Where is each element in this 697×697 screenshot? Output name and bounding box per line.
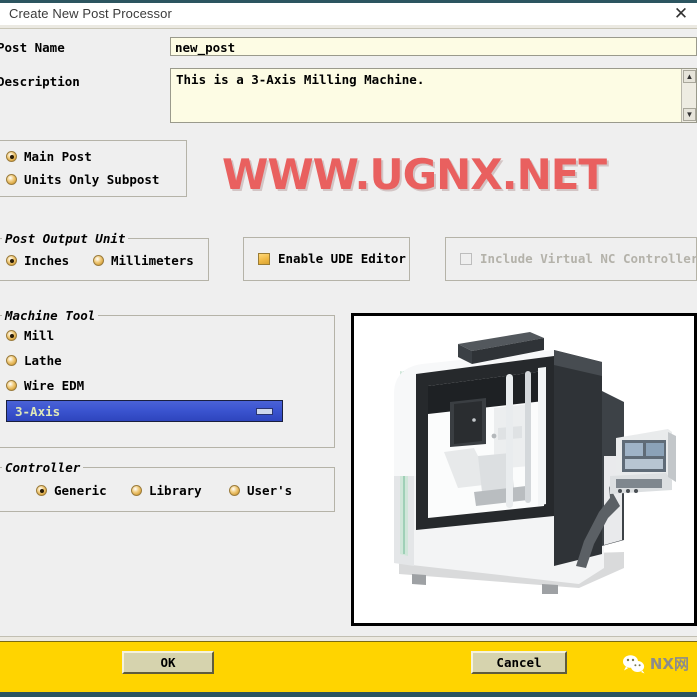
checkbox-enable-ude-editor[interactable]: Enable UDE Editor [258,251,406,266]
controller-title: Controller [2,460,84,475]
close-icon[interactable]: ✕ [668,3,694,25]
radio-lathe[interactable]: Lathe [6,353,62,368]
radio-indicator-icon [229,485,240,496]
cancel-button[interactable]: Cancel [471,651,567,674]
checkbox-include-virtual-nc-controller-label: Include Virtual NC Controller [480,251,697,266]
axis-combo-value: 3-Axis [15,403,61,419]
radio-indicator-icon [6,355,17,366]
machine-tool-group: Machine Tool Mill Lathe Wire EDM 3-Axis [0,308,335,448]
radio-wire-edm-label: Wire EDM [24,378,85,393]
radio-indicator-icon [6,380,17,391]
ok-button[interactable]: OK [122,651,214,674]
scroll-up-icon[interactable]: ▲ [683,70,696,83]
machine-preview-image [351,313,697,626]
virtual-nc-group: Include Virtual NC Controller [445,237,697,281]
post-processor-dialog: Create New Post Processor ✕ Post Name ne… [0,0,697,697]
post-type-group: Main Post Units Only Subpost [0,140,187,197]
description-scrollbar[interactable]: ▲ ▼ [681,69,696,122]
ude-editor-group: Enable UDE Editor [243,237,410,281]
radio-indicator-icon [6,255,17,266]
radio-indicator-icon [36,485,47,496]
chevron-down-icon[interactable] [256,407,273,415]
radio-library[interactable]: Library [131,483,202,498]
radio-wire-edm[interactable]: Wire EDM [6,378,84,393]
window-bottom-accent [0,692,697,697]
radio-units-only-subpost-label: Units Only Subpost [24,172,160,187]
title-bar-divider [0,25,697,29]
radio-millimeters[interactable]: Millimeters [93,253,194,268]
post-name-label: Post Name [0,40,65,55]
radio-indicator-icon [6,174,17,185]
radio-generic-label: Generic [54,483,107,498]
radio-mill[interactable]: Mill [6,328,54,343]
machine-tool-title: Machine Tool [2,308,99,323]
title-bar: Create New Post Processor ✕ [0,3,697,26]
description-text: This is a 3-Axis Milling Machine. [176,72,425,87]
radio-users-label: User's [247,483,293,498]
site-watermark: WWW.UGNX.NET [222,150,607,199]
radio-main-post-label: Main Post [24,149,92,164]
radio-users[interactable]: User's [229,483,292,498]
axis-combo-select[interactable]: 3-Axis [6,400,283,422]
cnc-machine-illustration [354,316,694,623]
post-name-input[interactable]: new_post [170,37,697,56]
checkbox-indicator-icon [258,252,270,265]
scroll-down-icon[interactable]: ▼ [683,108,696,121]
wechat-icon [622,654,645,673]
description-label: Description [0,74,80,89]
checkbox-include-virtual-nc-controller[interactable]: Include Virtual NC Controller [460,251,697,266]
radio-lathe-label: Lathe [24,353,62,368]
radio-generic[interactable]: Generic [36,483,107,498]
description-textarea[interactable]: This is a 3-Axis Milling Machine. ▲ ▼ [170,68,697,123]
footer-bar: OK Cancel [0,642,697,692]
brand-text: NX网 [649,655,689,673]
post-output-unit-title: Post Output Unit [2,231,129,246]
post-output-unit-group: Post Output Unit Inches Millimeters [0,231,209,281]
radio-units-only-subpost[interactable]: Units Only Subpost [6,172,159,187]
radio-main-post[interactable]: Main Post [6,149,92,164]
radio-inches-label: Inches [24,253,70,268]
checkbox-indicator-icon [460,252,472,265]
radio-inches[interactable]: Inches [6,253,69,268]
radio-indicator-icon [131,485,142,496]
brand-badge: NX网 [622,653,689,674]
radio-indicator-icon [6,151,17,162]
radio-indicator-icon [6,330,17,341]
radio-mill-label: Mill [24,328,55,343]
checkbox-enable-ude-editor-label: Enable UDE Editor [278,251,406,266]
radio-indicator-icon [93,255,104,266]
controller-group: Controller Generic Library User's [0,460,335,512]
radio-library-label: Library [149,483,202,498]
window-title: Create New Post Processor [9,6,172,21]
radio-millimeters-label: Millimeters [111,253,194,268]
